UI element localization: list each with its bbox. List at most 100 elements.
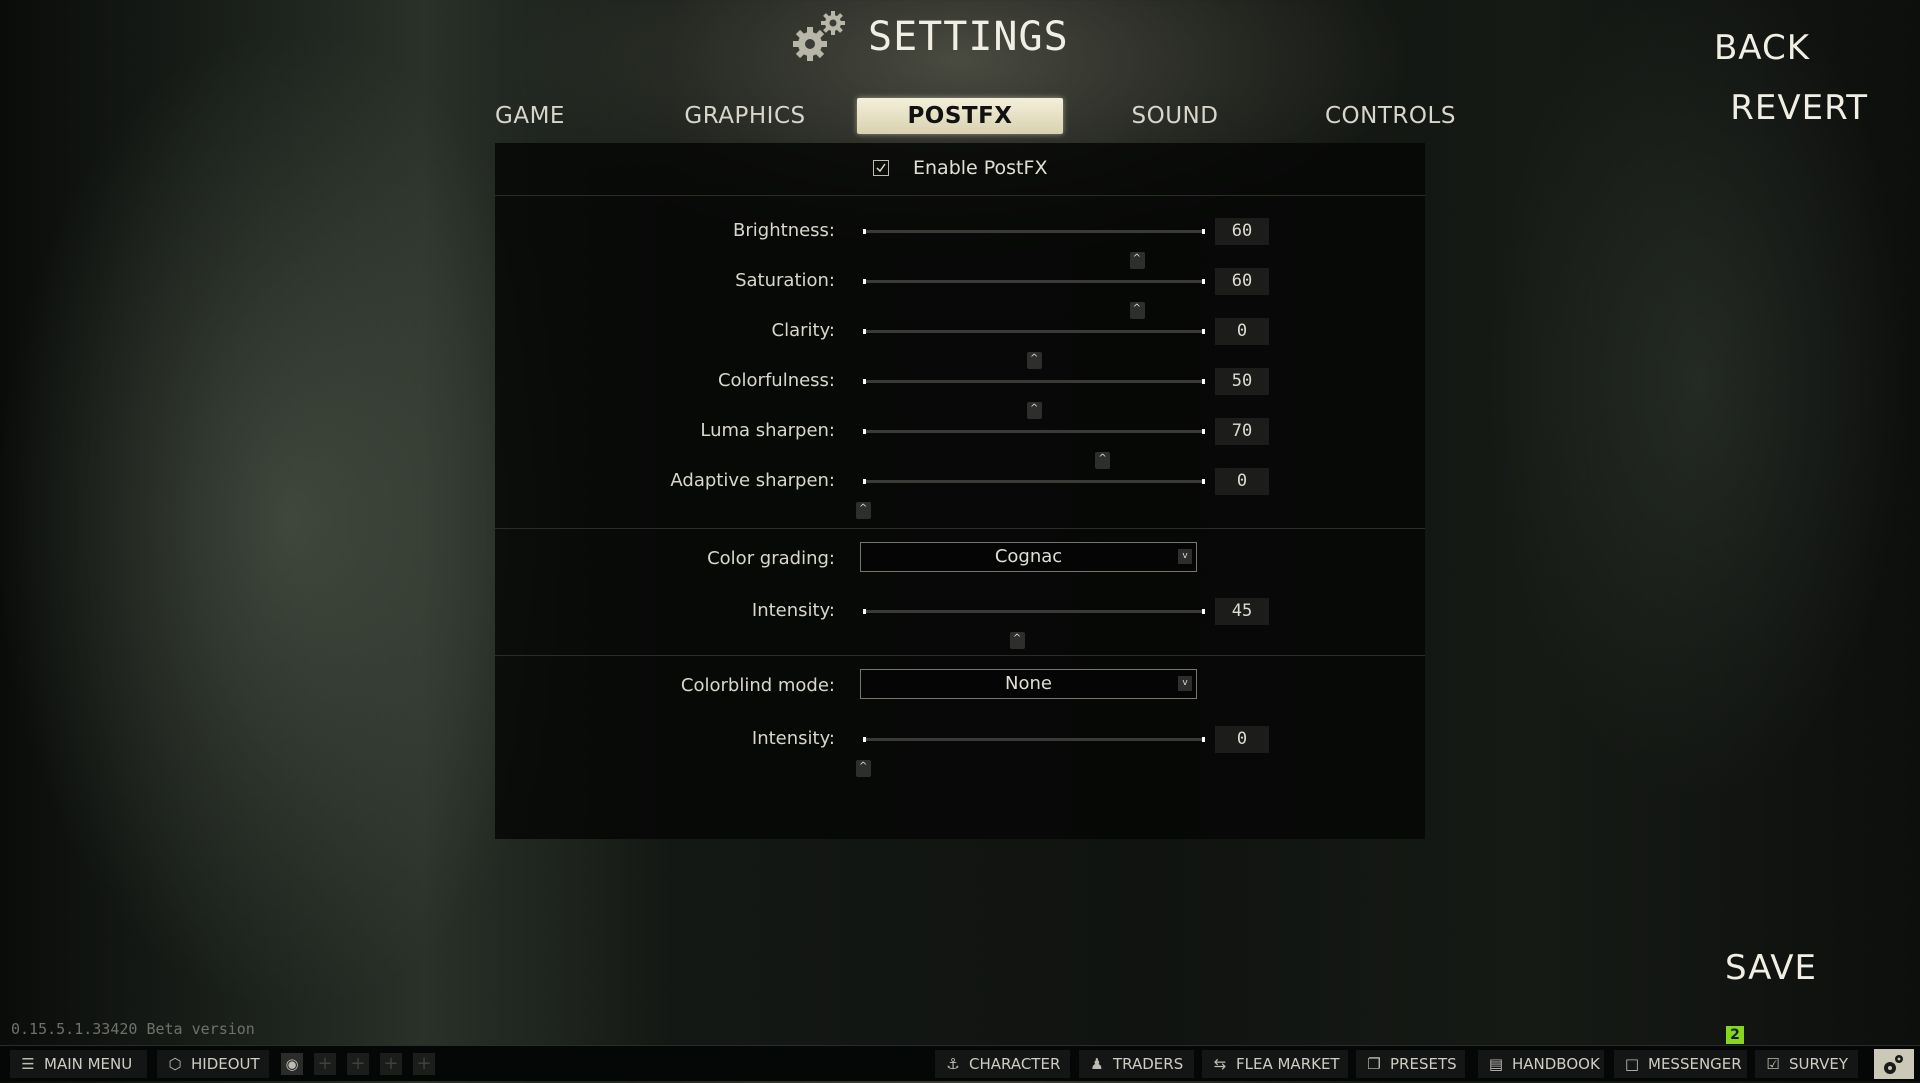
enable-postfx-checkbox[interactable] xyxy=(873,160,889,176)
chevron-down-icon: v xyxy=(1178,676,1192,691)
tab-controls[interactable]: CONTROLS xyxy=(1325,98,1455,134)
adaptive-sharpen-label: Adaptive sharpen: xyxy=(670,470,835,491)
gears-icon xyxy=(793,11,845,61)
caret-up-icon: ^ xyxy=(859,503,868,514)
settings-tabs: GAME GRAPHICS POSTFX SOUND CONTROLS xyxy=(0,98,1920,138)
slider-row-brightness: Brightness: ^ 60 xyxy=(495,218,1425,269)
main-menu-button[interactable]: ☰ MAIN MENU xyxy=(10,1050,147,1078)
grading-intensity-slider-handle[interactable]: ^ xyxy=(1009,632,1025,649)
caret-up-icon: ^ xyxy=(1012,633,1022,644)
settings-button[interactable] xyxy=(1874,1049,1914,1079)
version-label: 0.15.5.1.33420 Beta version xyxy=(11,1020,255,1038)
clarity-value[interactable]: 0 xyxy=(1215,318,1269,345)
handbook-button[interactable]: ▤ HANDBOOK xyxy=(1478,1050,1604,1078)
presets-button[interactable]: ❐ PRESETS xyxy=(1356,1050,1465,1078)
caret-up-icon: ^ xyxy=(1030,403,1039,414)
brightness-slider-handle[interactable]: ^ xyxy=(1129,252,1145,269)
bottom-nav-bar: ☰ MAIN MENU ⬡ HIDEOUT ◉ + + + + ⚓ CHARACTER… xyxy=(0,1045,1920,1081)
enable-postfx-label: Enable PostFX xyxy=(913,157,1048,179)
colorblind-mode-label: Colorblind mode: xyxy=(680,675,835,696)
traders-button[interactable]: ♟ TRADERS xyxy=(1079,1050,1194,1078)
tab-postfx[interactable]: POSTFX xyxy=(857,98,1063,134)
checkmark-icon xyxy=(876,163,886,173)
colorfulness-slider-handle[interactable]: ^ xyxy=(1027,402,1042,419)
hideout-icon: ⬡ xyxy=(168,1055,182,1073)
character-button[interactable]: ⚓ CHARACTER xyxy=(935,1050,1070,1078)
colorblind-mode-selected: None xyxy=(1005,673,1052,694)
luma-sharpen-slider-handle[interactable]: ^ xyxy=(1095,452,1111,469)
presets-icon: ❐ xyxy=(1367,1055,1381,1073)
color-grading-dropdown[interactable]: Cognac v xyxy=(860,542,1197,572)
colorblind-row: Colorblind mode: None v xyxy=(495,669,1425,714)
caret-up-icon: ^ xyxy=(1132,253,1141,264)
character-icon: ⚓ xyxy=(946,1055,960,1073)
hideout-button[interactable]: ⬡ HIDEOUT xyxy=(157,1050,269,1078)
color-grading-label: Color grading: xyxy=(707,548,835,569)
colorblind-intensity-label: Intensity: xyxy=(751,728,835,749)
adaptive-sharpen-value[interactable]: 0 xyxy=(1215,468,1269,495)
colorblind-intensity-slider[interactable]: ^ xyxy=(856,737,1205,777)
luma-sharpen-value[interactable]: 70 xyxy=(1215,418,1269,445)
survey-icon: ☑ xyxy=(1766,1055,1780,1073)
divider xyxy=(495,195,1425,196)
clarity-slider[interactable]: ^ xyxy=(863,329,1205,369)
colorblind-intensity-value[interactable]: 0 xyxy=(1215,726,1269,753)
color-grading-row: Color grading: Cognac v xyxy=(495,542,1425,587)
caret-up-icon: ^ xyxy=(1030,353,1039,364)
grading-intensity-slider[interactable]: ^ xyxy=(863,609,1205,649)
messenger-button[interactable]: □ MESSENGER xyxy=(1614,1050,1747,1078)
add-slot-button[interactable]: + xyxy=(347,1053,369,1075)
luma-sharpen-slider[interactable]: ^ xyxy=(863,429,1205,469)
character-slot-avatar[interactable]: ◉ xyxy=(281,1053,303,1075)
saturation-label: Saturation: xyxy=(735,270,835,291)
colorblind-intensity-slider-handle[interactable]: ^ xyxy=(856,760,871,777)
chevron-down-icon: v xyxy=(1178,549,1192,564)
revert-button[interactable]: REVERT xyxy=(1730,88,1868,128)
grading-intensity-label: Intensity: xyxy=(751,600,835,621)
saturation-value[interactable]: 60 xyxy=(1215,268,1269,295)
gears-icon xyxy=(1884,1055,1903,1074)
messenger-badge: 2 xyxy=(1726,1026,1744,1044)
luma-sharpen-label: Luma sharpen: xyxy=(700,420,835,441)
caret-up-icon: ^ xyxy=(1132,303,1141,314)
caret-up-icon: ^ xyxy=(1098,453,1107,464)
colorfulness-slider[interactable]: ^ xyxy=(863,379,1205,419)
clarity-slider-handle[interactable]: ^ xyxy=(1027,352,1042,369)
enable-postfx-row: Enable PostFX xyxy=(495,143,1425,195)
slider-row-grading-intensity: Intensity: ^ 45 xyxy=(495,598,1425,649)
caret-up-icon: ^ xyxy=(859,761,868,772)
back-button[interactable]: BACK xyxy=(1714,28,1810,68)
divider xyxy=(495,528,1425,529)
brightness-slider[interactable]: ^ xyxy=(863,229,1205,269)
divider xyxy=(495,655,1425,656)
slider-row-luma-sharpen: Luma sharpen: ^ 70 xyxy=(495,418,1425,469)
saturation-slider-handle[interactable]: ^ xyxy=(1129,302,1145,319)
colorfulness-value[interactable]: 50 xyxy=(1215,368,1269,395)
slider-row-colorfulness: Colorfulness: ^ 50 xyxy=(495,368,1425,419)
operator-icon: ◉ xyxy=(285,1055,299,1073)
save-button[interactable]: SAVE xyxy=(1725,948,1817,988)
adaptive-sharpen-slider-handle[interactable]: ^ xyxy=(856,502,871,519)
colorblind-mode-dropdown[interactable]: None v xyxy=(860,669,1197,699)
slider-row-adaptive-sharpen: Adaptive sharpen: ^ 0 xyxy=(495,468,1425,519)
brightness-value[interactable]: 60 xyxy=(1215,218,1269,245)
slider-row-saturation: Saturation: ^ 60 xyxy=(495,268,1425,319)
adaptive-sharpen-slider[interactable]: ^ xyxy=(856,479,1205,519)
color-grading-selected: Cognac xyxy=(994,546,1063,567)
traders-icon: ♟ xyxy=(1090,1055,1104,1073)
colorfulness-label: Colorfulness: xyxy=(717,370,835,391)
tab-game[interactable]: GAME xyxy=(490,98,570,134)
tab-sound[interactable]: SOUND xyxy=(1125,98,1225,134)
messenger-icon: □ xyxy=(1624,1055,1640,1073)
grading-intensity-value[interactable]: 45 xyxy=(1215,598,1269,625)
page-title: SETTINGS xyxy=(868,14,1069,60)
flea-market-button[interactable]: ⇆ FLEA MARKET xyxy=(1202,1050,1348,1078)
slider-row-clarity: Clarity: ^ 0 xyxy=(495,318,1425,369)
add-slot-button[interactable]: + xyxy=(413,1053,435,1075)
survey-button[interactable]: ☑ SURVEY xyxy=(1755,1050,1858,1078)
flea-market-icon: ⇆ xyxy=(1213,1055,1227,1073)
add-slot-button[interactable]: + xyxy=(314,1053,336,1075)
saturation-slider[interactable]: ^ xyxy=(863,279,1205,319)
add-slot-button[interactable]: + xyxy=(380,1053,402,1075)
tab-graphics[interactable]: GRAPHICS xyxy=(680,98,810,134)
